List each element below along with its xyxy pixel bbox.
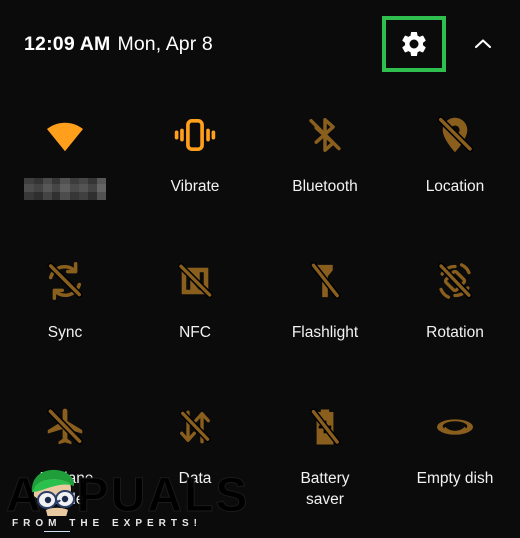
tile-label-sync: Sync <box>47 324 83 341</box>
dish-icon <box>428 400 482 454</box>
battery-saver-off-icon <box>298 400 352 454</box>
tile-wifi[interactable] <box>0 92 130 238</box>
tile-empty-dish[interactable]: Empty dish <box>390 384 520 530</box>
bluetooth-off-icon <box>298 108 352 162</box>
gear-icon[interactable] <box>399 29 429 59</box>
tile-label-bluetooth: Bluetooth <box>292 178 358 195</box>
tile-label-nfc: NFC <box>179 324 211 341</box>
tile-label-vibrate: Vibrate <box>170 178 220 195</box>
chevron-up-icon[interactable] <box>468 29 498 59</box>
tile-rotation[interactable]: Rotation <box>390 238 520 384</box>
clock-date: Mon, Apr 8 <box>117 32 213 55</box>
tile-label-flashlight: Flashlight <box>291 324 359 341</box>
nfc-off-icon <box>168 254 222 308</box>
tile-label-battery-saver: Battery saver <box>300 470 350 508</box>
tile-bluetooth[interactable]: Bluetooth <box>260 92 390 238</box>
tile-battery-saver[interactable]: Battery saver <box>260 384 390 530</box>
tile-nfc[interactable]: NFC <box>130 238 260 384</box>
quick-settings-tiles: Vibrate Bluetooth Location Sync NFC Flas… <box>0 92 520 530</box>
quick-settings-panel: 12:09 AM Mon, Apr 8 Vibrate Bluetooth Lo… <box>0 0 520 538</box>
tile-location[interactable]: Location <box>390 92 520 238</box>
mobile-data-off-icon <box>168 400 222 454</box>
location-off-icon <box>428 108 482 162</box>
tile-label-rotation: Rotation <box>426 324 484 341</box>
header-actions <box>382 16 498 72</box>
settings-button-highlight <box>382 16 446 72</box>
tile-vibrate[interactable]: Vibrate <box>130 92 260 238</box>
airplane-off-icon <box>38 400 92 454</box>
status-clock[interactable]: 12:09 AM Mon, Apr 8 <box>24 33 213 56</box>
clock-time: 12:09 AM <box>24 32 111 55</box>
tile-flashlight[interactable]: Flashlight <box>260 238 390 384</box>
tile-airplane-mode[interactable]: Airplane mode <box>0 384 130 530</box>
vibrate-icon <box>168 108 222 162</box>
tile-sync[interactable]: Sync <box>0 238 130 384</box>
tile-label-location: Location <box>425 178 485 195</box>
quick-settings-header: 12:09 AM Mon, Apr 8 <box>0 0 520 88</box>
tile-data[interactable]: Data <box>130 384 260 530</box>
sync-off-icon <box>38 254 92 308</box>
tile-label-wifi-censored <box>24 178 106 200</box>
tile-label-airplane-mode: Airplane mode <box>36 470 94 508</box>
tile-label-empty-dish: Empty dish <box>416 470 494 487</box>
tile-label-data: Data <box>178 470 212 487</box>
wifi-icon <box>38 108 92 162</box>
flashlight-off-icon <box>298 254 352 308</box>
rotation-off-icon <box>428 254 482 308</box>
